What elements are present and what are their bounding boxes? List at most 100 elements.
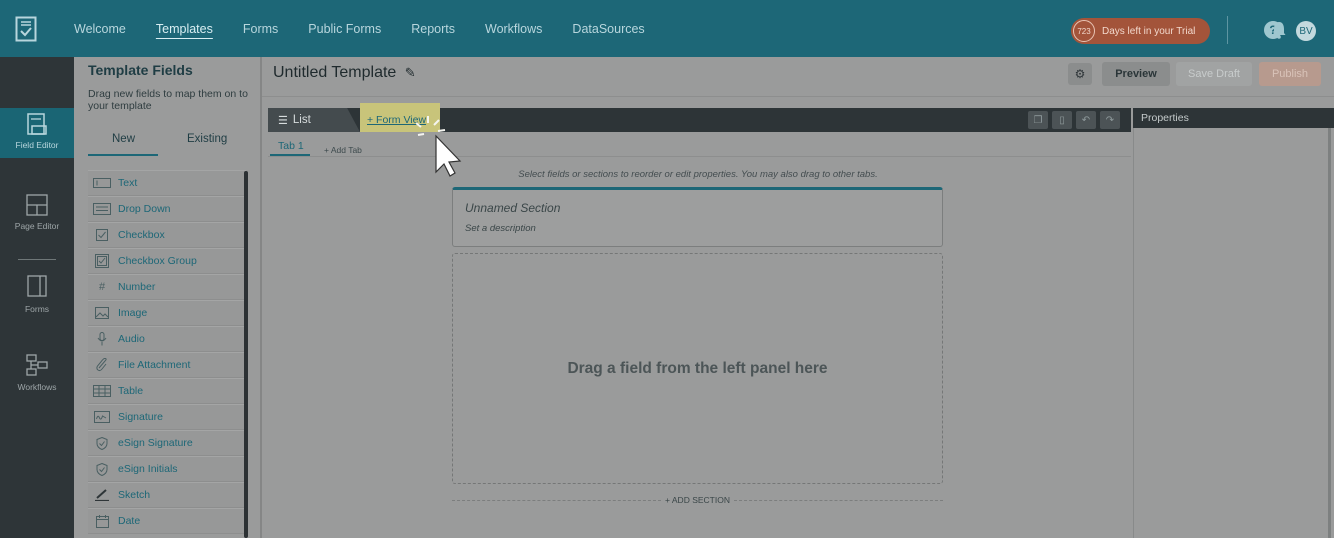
add-tab-button[interactable]: + Add Tab xyxy=(324,145,362,155)
field-list-scrollbar[interactable] xyxy=(244,171,248,538)
field-date[interactable]: Date xyxy=(88,508,246,534)
trial-label: Days left in your Trial xyxy=(1102,25,1196,37)
panel-border xyxy=(260,57,262,538)
page-editor-icon xyxy=(26,194,48,216)
template-title[interactable]: Untitled Template ✎ xyxy=(273,64,416,82)
field-number[interactable]: # Number xyxy=(88,274,246,300)
pencil-icon[interactable]: ✎ xyxy=(405,65,416,80)
save-draft-button[interactable]: Save Draft xyxy=(1176,62,1252,86)
field-drop-down[interactable]: Drop Down xyxy=(88,196,246,222)
tab-new-indicator xyxy=(88,154,158,156)
field-label: File Attachment xyxy=(118,359,191,371)
nav-reports[interactable]: Reports xyxy=(411,22,455,36)
field-text[interactable]: Text xyxy=(88,170,246,196)
delete-icon[interactable]: ▯ xyxy=(1052,111,1072,129)
field-esign-initials[interactable]: eSign Initials xyxy=(88,456,246,482)
navbar-divider xyxy=(1227,16,1228,44)
trial-badge[interactable]: 723 Days left in your Trial xyxy=(1071,18,1210,44)
tab-new[interactable]: New xyxy=(112,133,135,145)
template-title-text: Untitled Template xyxy=(273,64,397,81)
tab-1[interactable]: Tab 1 xyxy=(278,140,304,152)
field-label: Checkbox xyxy=(118,229,165,241)
image-icon xyxy=(92,306,112,320)
checkbox-icon xyxy=(92,228,112,242)
bell-icon[interactable] xyxy=(1272,21,1288,39)
nav-datasources[interactable]: DataSources xyxy=(572,22,644,36)
table-icon xyxy=(92,384,112,398)
user-avatar[interactable]: BV xyxy=(1296,21,1316,41)
field-audio[interactable]: Audio xyxy=(88,326,246,352)
field-list: Text Drop Down Checkbox Checkbox Group #… xyxy=(88,170,246,534)
nav-public-forms[interactable]: Public Forms xyxy=(308,22,381,36)
text-field-icon xyxy=(92,176,112,190)
rail-page-editor[interactable]: Page Editor xyxy=(0,194,74,239)
list-view-tab[interactable]: ☰ List xyxy=(268,108,360,132)
tab-existing[interactable]: Existing xyxy=(187,133,227,145)
panel-title: Template Fields xyxy=(88,62,193,78)
rail-label: Workflows xyxy=(17,382,57,392)
properties-scrollbar[interactable] xyxy=(1328,128,1331,538)
field-checkbox[interactable]: Checkbox xyxy=(88,222,246,248)
page-tabs xyxy=(268,132,1131,157)
preview-button[interactable]: Preview xyxy=(1102,62,1170,86)
field-signature[interactable]: Signature xyxy=(88,404,246,430)
hash-icon: # xyxy=(98,281,106,293)
field-label: Signature xyxy=(118,411,163,423)
redo-icon[interactable]: ↷ xyxy=(1100,111,1120,129)
rail-label: Forms xyxy=(24,304,50,314)
field-table[interactable]: Table xyxy=(88,378,246,404)
rail-workflows[interactable]: Workflows xyxy=(0,354,74,399)
nav-workflows[interactable]: Workflows xyxy=(485,22,542,36)
section-card[interactable]: Unnamed Section Set a description xyxy=(452,187,943,247)
nav-welcome[interactable]: Welcome xyxy=(74,22,126,36)
list-icon: ☰ xyxy=(278,114,288,127)
forms-icon xyxy=(27,275,47,297)
paperclip-icon xyxy=(92,358,112,372)
microphone-icon xyxy=(92,332,112,346)
field-label: Checkbox Group xyxy=(118,255,197,267)
add-section-label: + ADD SECTION xyxy=(665,495,730,505)
shield-check-icon xyxy=(92,462,112,476)
field-sketch[interactable]: Sketch xyxy=(88,482,246,508)
settings-gear-icon[interactable]: ⚙ xyxy=(1068,63,1092,85)
undo-icon[interactable]: ↶ xyxy=(1076,111,1096,129)
rail-label: Page Editor xyxy=(14,221,60,231)
workflows-icon xyxy=(26,354,48,376)
properties-header: Properties xyxy=(1133,108,1334,128)
top-navbar: Welcome Templates Forms Public Forms Rep… xyxy=(0,0,1334,57)
pencil-icon xyxy=(92,488,112,502)
main-nav: Welcome Templates Forms Public Forms Rep… xyxy=(74,0,675,57)
field-editor-icon xyxy=(27,113,47,135)
field-label: Text xyxy=(118,177,138,189)
field-file-attachment[interactable]: File Attachment xyxy=(88,352,246,378)
rail-field-editor[interactable]: Field Editor xyxy=(0,108,74,158)
add-section-line xyxy=(452,499,662,501)
field-label: Table xyxy=(118,385,144,397)
rail-forms[interactable]: Forms xyxy=(0,275,74,320)
add-section-button[interactable]: + ADD SECTION xyxy=(452,494,944,506)
rail-divider xyxy=(18,259,56,260)
panel-subtitle: Drag new fields to map them on to your t… xyxy=(88,88,248,112)
calendar-icon xyxy=(92,514,112,528)
nav-forms[interactable]: Forms xyxy=(243,22,278,36)
dropdown-icon xyxy=(92,202,112,216)
app-logo-icon[interactable] xyxy=(0,0,52,57)
publish-button[interactable]: Publish xyxy=(1259,62,1321,86)
section-description[interactable]: Set a description xyxy=(465,223,536,234)
properties-panel xyxy=(1133,108,1334,538)
field-label: Image xyxy=(118,307,148,319)
left-rail: Field Editor Page Editor Forms Workflows xyxy=(0,57,74,538)
section-name[interactable]: Unnamed Section xyxy=(465,201,560,215)
tab-toolbar: ❐ ▯ ↶ ↷ xyxy=(1024,111,1120,129)
field-label: eSign Signature xyxy=(118,437,193,449)
template-fields-panel: Template Fields Drag new fields to map t… xyxy=(74,57,260,538)
field-image[interactable]: Image xyxy=(88,300,246,326)
header-divider xyxy=(262,96,1334,97)
field-label: Sketch xyxy=(118,489,151,501)
field-drop-zone[interactable]: Drag a field from the left panel here xyxy=(452,253,943,484)
field-checkbox-group[interactable]: Checkbox Group xyxy=(88,248,246,274)
field-esign-signature[interactable]: eSign Signature xyxy=(88,430,246,456)
copy-icon[interactable]: ❐ xyxy=(1028,111,1048,129)
canvas-hint: Select fields or sections to reorder or … xyxy=(518,169,878,180)
nav-templates[interactable]: Templates xyxy=(156,22,213,36)
